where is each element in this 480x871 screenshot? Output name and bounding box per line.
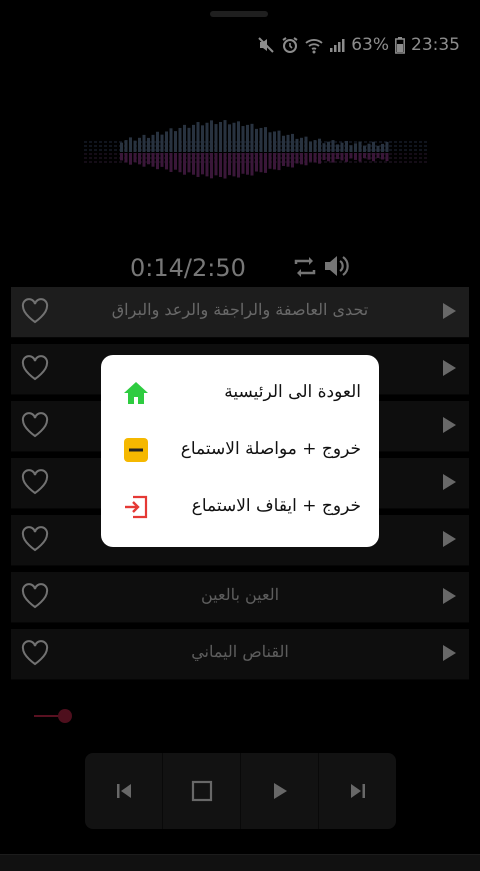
home-icon [124, 382, 148, 404]
dialog-item-label: خروج + مواصلة الاستماع [180, 439, 361, 459]
dialog-item-label: العودة الى الرئيسية [224, 382, 361, 402]
exit-icon [125, 495, 148, 519]
dialog-item-exit-continue[interactable]: خروج + مواصلة الاستماع [101, 425, 379, 475]
exit-options-dialog: العودة الى الرئيسية خروج + مواصلة الاستم… [101, 355, 379, 547]
dialog-item-label: خروج + ايقاف الاستماع [191, 496, 361, 516]
app-screen: 63% 23:35 0:14/2:50 تحدى العاصفة والراجف… [0, 0, 480, 871]
dialog-item-home[interactable]: العودة الى الرئيسية [101, 368, 379, 418]
dialog-item-exit-stop[interactable]: خروج + ايقاف الاستماع [101, 482, 379, 532]
minimize-icon [124, 438, 148, 462]
